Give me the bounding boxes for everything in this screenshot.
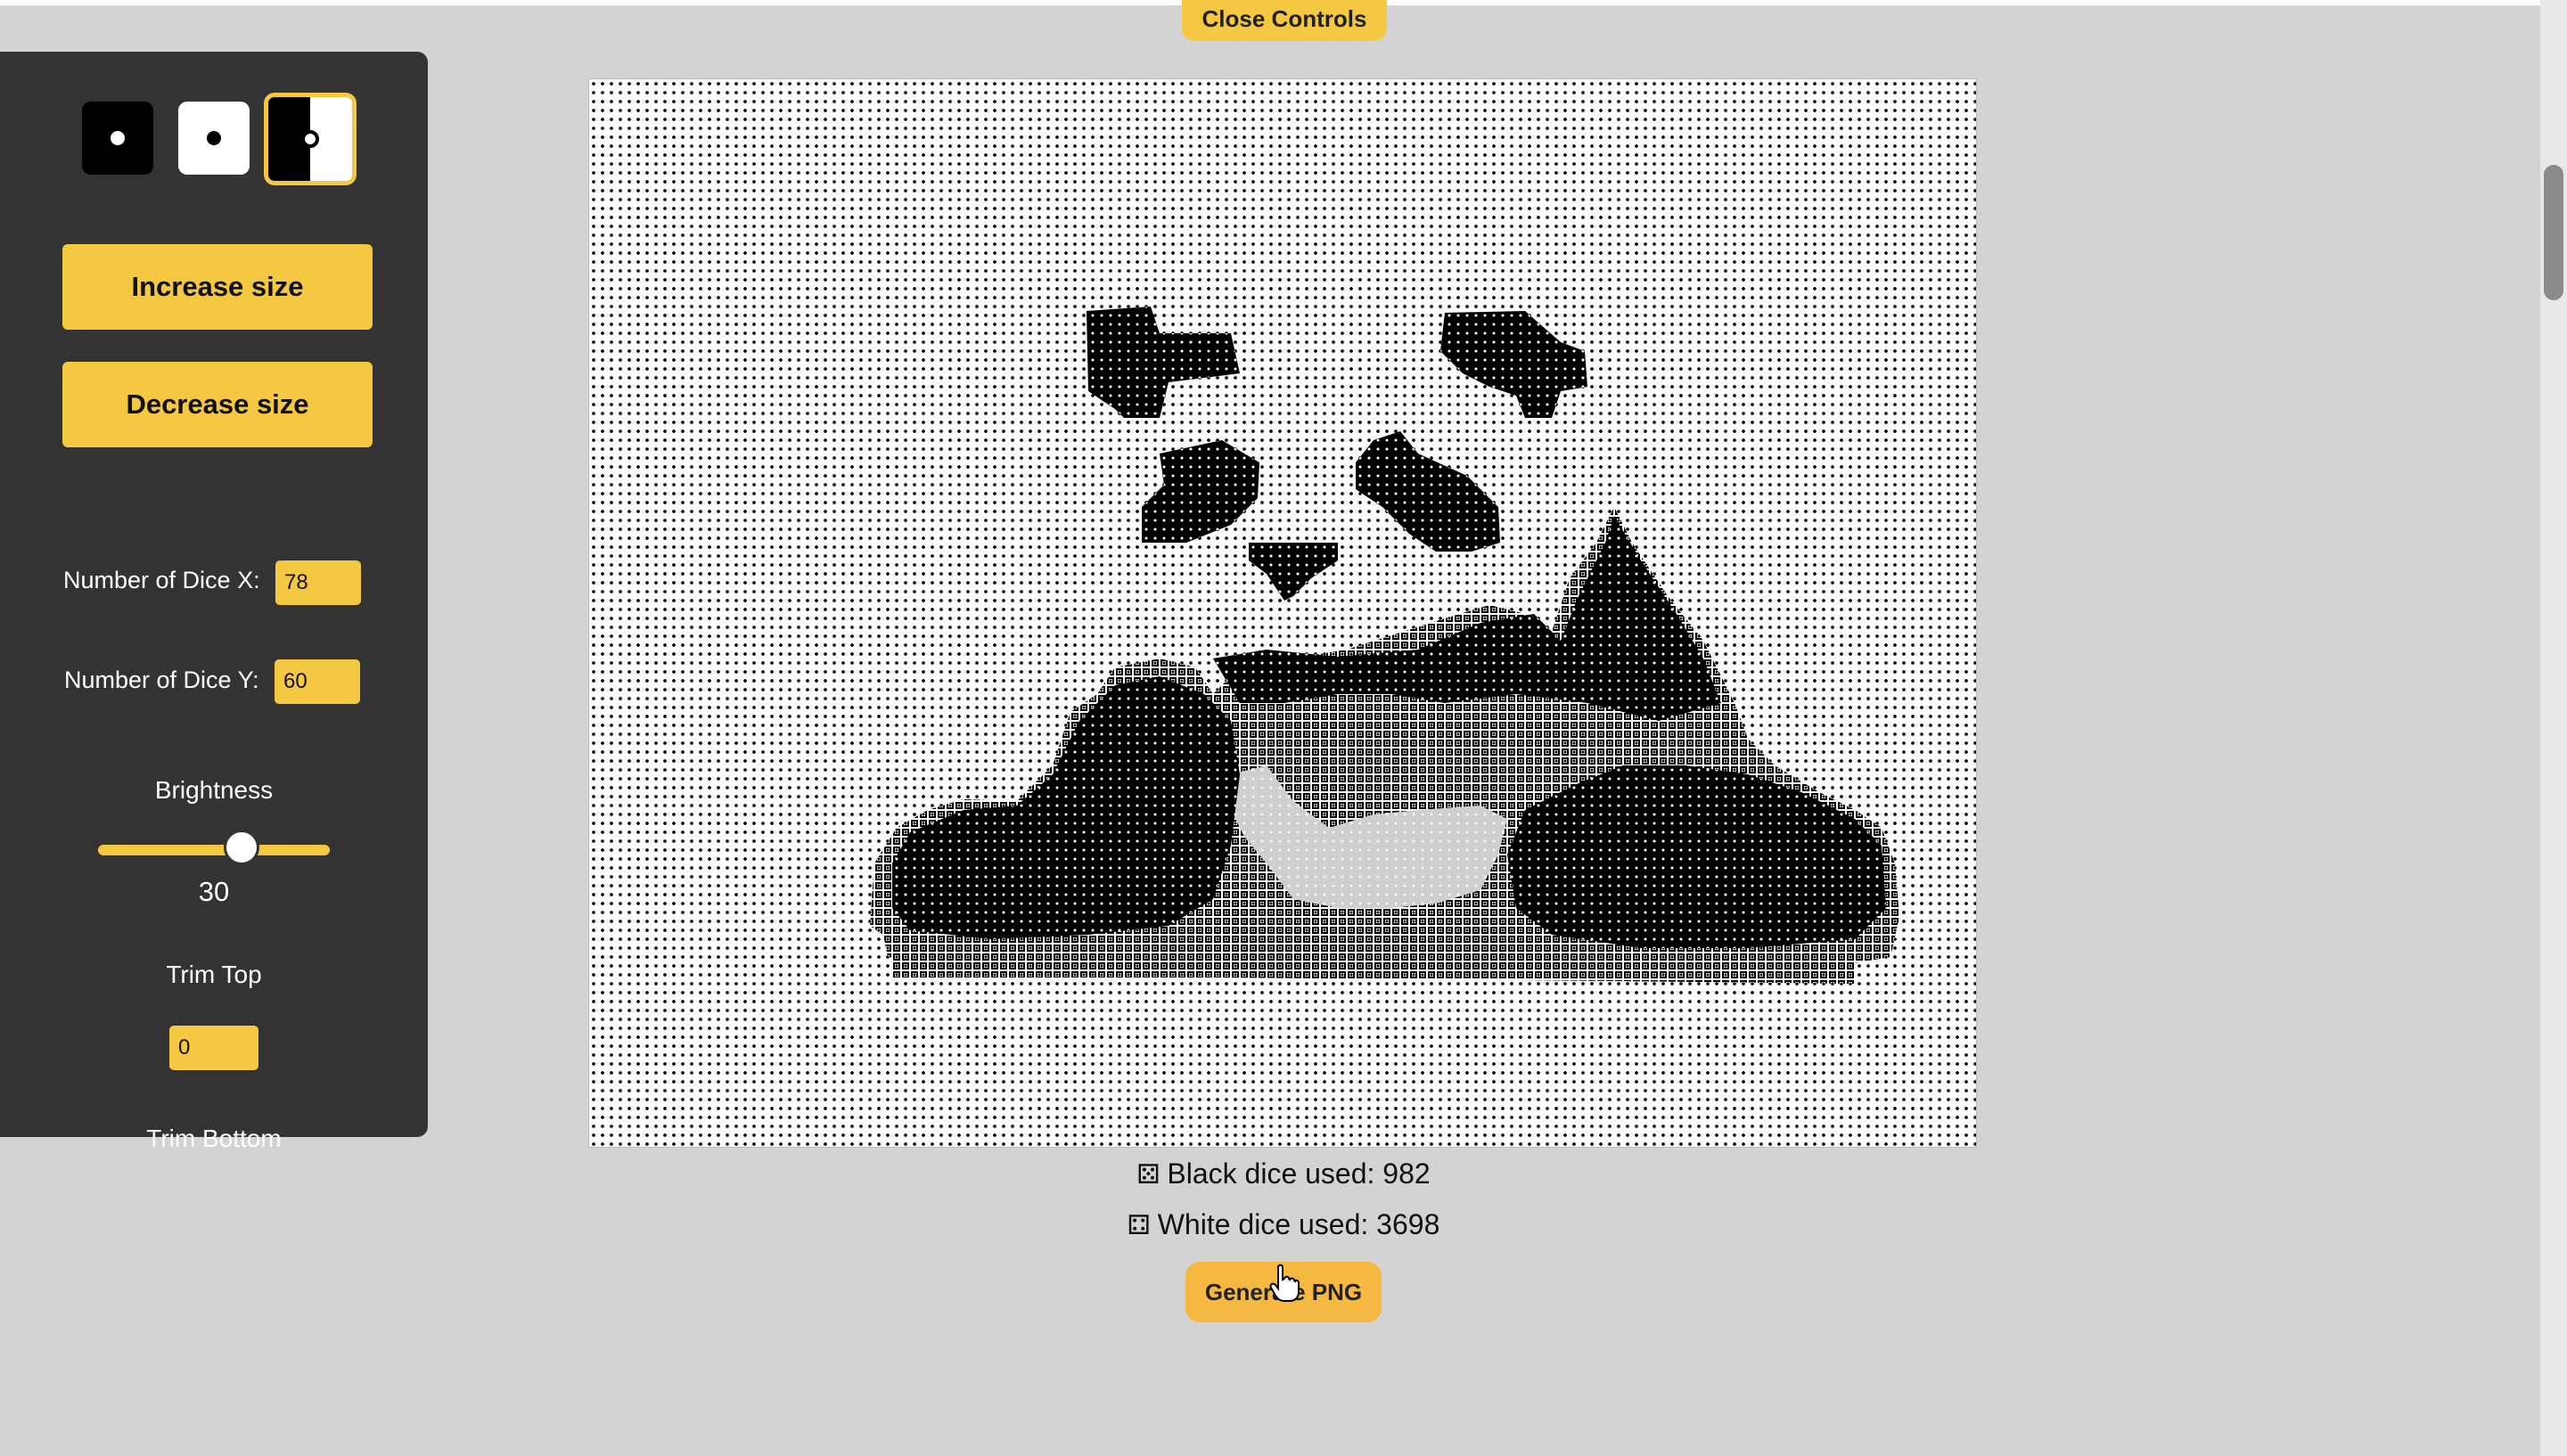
panda-dice-image [870,307,1899,984]
die-pip-icon [207,131,221,145]
hand-cursor-icon [1269,1264,1300,1302]
trim-top-input[interactable]: 0 [169,1026,258,1070]
white-dice-count: ⚃ White dice used: 3698 [0,1208,2567,1241]
panda-right-arm [1507,765,1886,948]
brightness-label: Brightness [154,776,274,804]
controls-panel: Increase size Decrease size Number of Di… [0,52,428,1152]
die-pip-icon [301,130,319,148]
white-dice-count-text: White dice used: 3698 [1157,1208,1440,1240]
close-controls-button[interactable]: Close Controls [1182,0,1387,41]
trim-bottom-label: Trim Bottom [146,1125,282,1152]
brightness-slider-track[interactable] [98,845,330,855]
brightness-value: 30 [198,876,230,907]
brightness-slider-thumb[interactable] [224,830,260,865]
panda-right-eye [1356,431,1500,552]
dice-y-label: Number of Dice Y: [64,667,259,693]
scrollbar-thumb[interactable] [2544,165,2563,300]
panda-right-ear [1440,311,1587,418]
panda-ground-line [892,953,1855,977]
trim-top-label: Trim Top [166,961,262,988]
increase-size-button[interactable]: Increase size [62,244,373,330]
die-pip-icon [111,131,125,145]
mixed-die-option[interactable] [264,93,357,185]
panda-nose [1249,543,1338,601]
white-die-option[interactable] [178,102,250,175]
dice-y-input[interactable]: 60 [275,659,360,704]
decrease-size-button[interactable]: Decrease size [62,362,373,447]
black-die-icon: ⚄ [1136,1160,1160,1190]
black-dice-count: ⚄ Black dice used: 982 [0,1157,2567,1190]
black-die-option[interactable] [82,102,153,175]
dice-art-app: Close Controls Increase size Decrease si… [0,0,2567,1456]
panda-left-eye [1142,440,1259,543]
dice-x-label: Number of Dice X: [63,567,260,593]
panda-left-ear [1087,307,1240,418]
black-dice-count-text: Black dice used: 982 [1167,1157,1431,1190]
dice-x-input[interactable]: 78 [275,560,361,605]
white-die-icon: ⚃ [1127,1211,1151,1240]
dice-art-canvas [588,78,1977,1148]
